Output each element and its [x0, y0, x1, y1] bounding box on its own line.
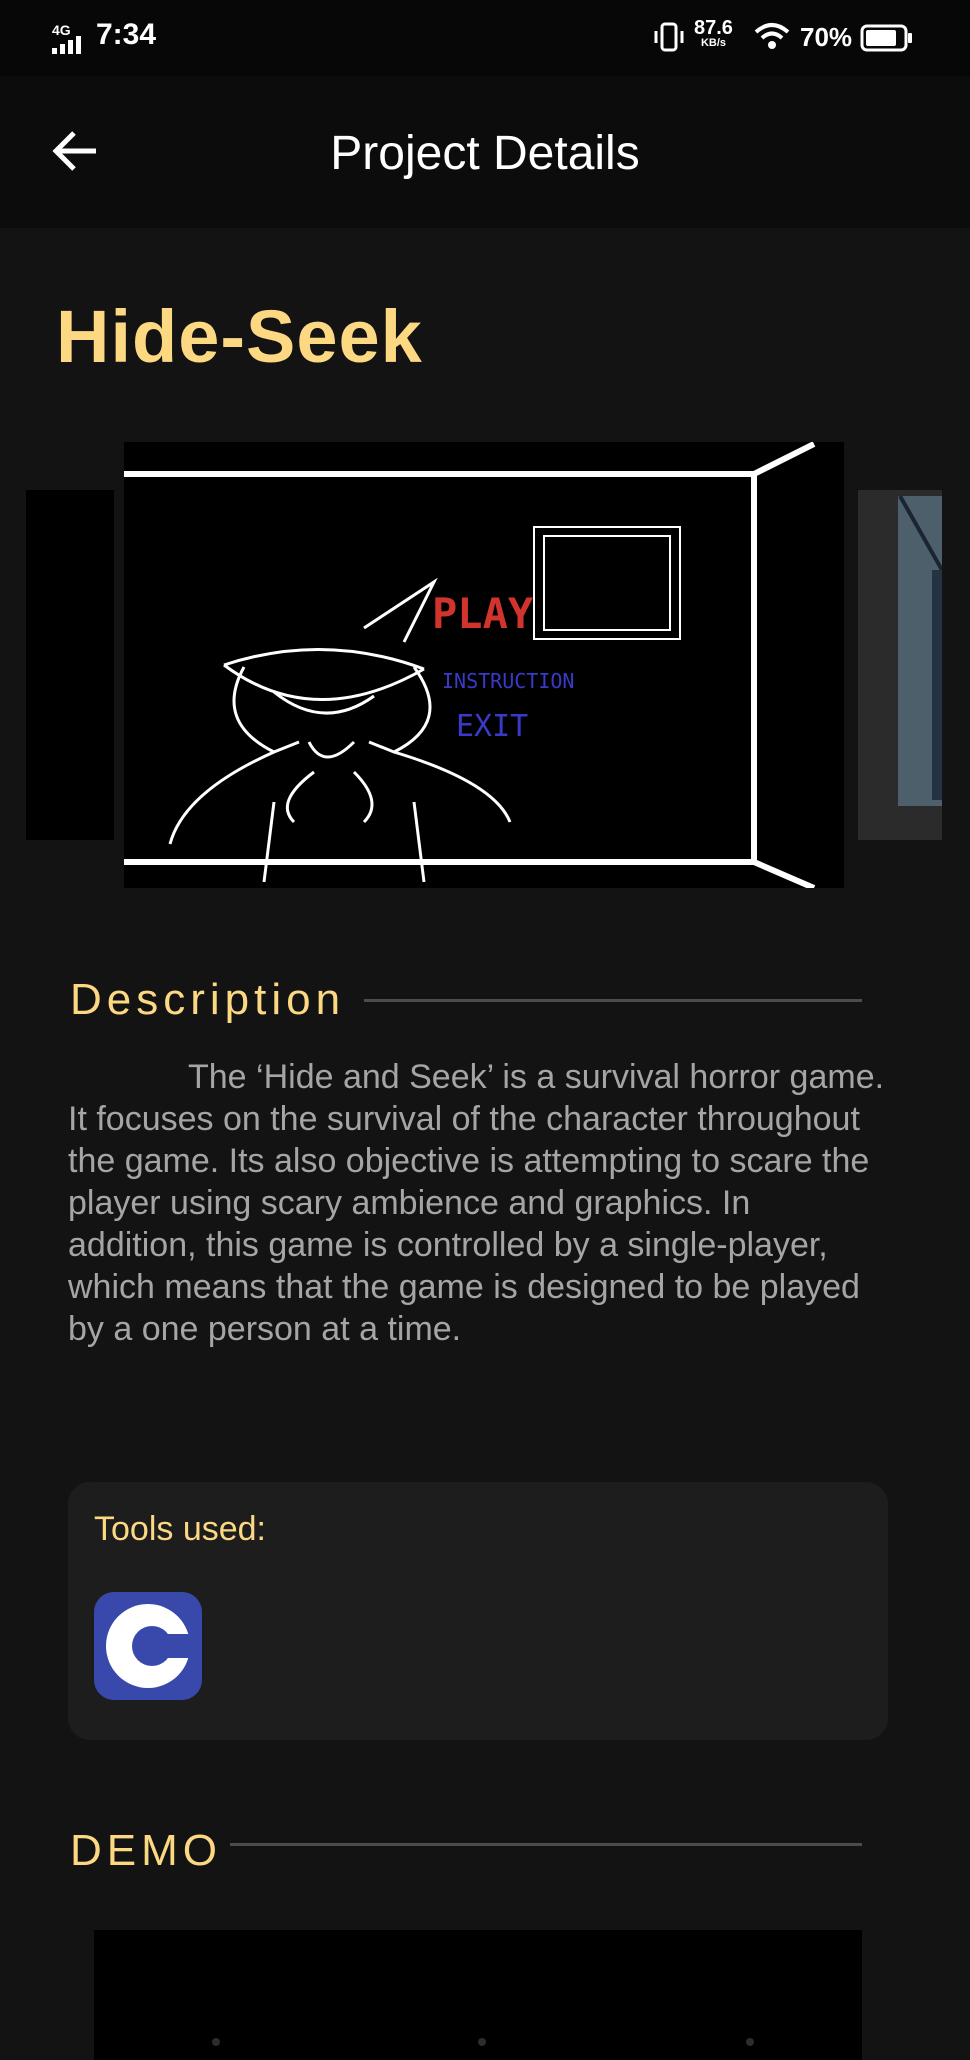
demo-video[interactable]	[94, 1930, 862, 2060]
carousel-next-image[interactable]	[858, 490, 942, 840]
menu-play: PLAY	[432, 589, 534, 638]
status-bar: 4G 7:34 87.6 KB/s 70%	[0, 0, 970, 76]
menu-instruction: INSTRUCTION	[442, 669, 574, 693]
demo-dot	[478, 2038, 486, 2046]
description-divider	[364, 999, 862, 1002]
game-screenshot: PLAY INSTRUCTION EXIT	[124, 442, 844, 888]
tools-label: Tools used:	[94, 1510, 266, 1548]
signal-icon	[52, 36, 81, 54]
demo-divider	[230, 1843, 862, 1846]
speed-unit: KB/s	[700, 37, 726, 49]
battery-icon	[860, 24, 912, 52]
clock: 7:34	[96, 18, 157, 51]
demo-dot	[212, 2038, 220, 2046]
menu-exit: EXIT	[456, 709, 528, 744]
carousel-current-image[interactable]: PLAY INSTRUCTION EXIT	[124, 442, 844, 888]
description-heading: Description	[70, 975, 346, 1024]
wifi-icon	[754, 23, 790, 49]
demo-dot	[746, 2038, 754, 2046]
tools-card: Tools used:	[68, 1482, 888, 1740]
vibrate-icon	[654, 22, 684, 52]
next-screenshot-preview	[898, 495, 942, 806]
battery-percent: 70%	[800, 22, 853, 52]
c-logo-shape	[106, 1604, 202, 1688]
demo-heading: DEMO	[70, 1826, 222, 1875]
app-bar: Project Details	[0, 76, 970, 228]
page-title: Project Details	[330, 127, 640, 180]
description-text: The ‘Hide and Seek’ is a survival horror…	[68, 1058, 885, 1348]
carousel-previous-image[interactable]	[26, 490, 114, 840]
speed-value: 87.6	[694, 17, 733, 39]
c-language-icon	[94, 1592, 202, 1700]
project-title: Hide-Seek	[56, 295, 423, 378]
network-speed: 87.6 KB/s	[694, 18, 733, 49]
